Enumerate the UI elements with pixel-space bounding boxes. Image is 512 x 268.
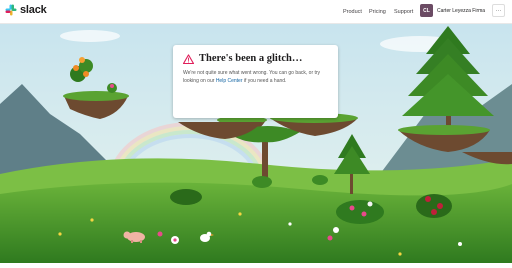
- help-center-link[interactable]: Help Center: [216, 78, 243, 84]
- error-title: There's been a glitch…: [199, 53, 303, 64]
- error-title-row: There's been a glitch…: [183, 53, 328, 64]
- brand-name: slack: [20, 4, 47, 16]
- slack-hash-icon: [5, 4, 17, 16]
- nav-product-wrap: Product: [343, 0, 362, 24]
- error-message: We're not quite sure what went wrong. Yo…: [183, 70, 328, 85]
- error-dialog: There's been a glitch… We're not quite s…: [173, 45, 338, 118]
- top-navigation-bar: slack Product Pricing Support CL Carter …: [0, 0, 512, 24]
- user-name: Carter Leyezza Firma: [437, 7, 486, 14]
- nav-product-link[interactable]: Product: [343, 9, 362, 15]
- more-options-button[interactable]: ···: [492, 4, 505, 17]
- avatar: CL: [420, 4, 433, 17]
- error-message-end: if you need a hand.: [242, 77, 287, 84]
- warning-icon: [183, 53, 194, 64]
- nav-support-wrap: Support: [394, 0, 413, 24]
- nav-pricing-wrap: Pricing: [369, 0, 386, 24]
- slack-logo[interactable]: slack: [5, 4, 47, 16]
- user-menu[interactable]: CL Carter Leyezza Firma: [420, 4, 485, 17]
- nav-support-link[interactable]: Support: [394, 9, 413, 15]
- nav-pricing-link[interactable]: Pricing: [369, 9, 386, 15]
